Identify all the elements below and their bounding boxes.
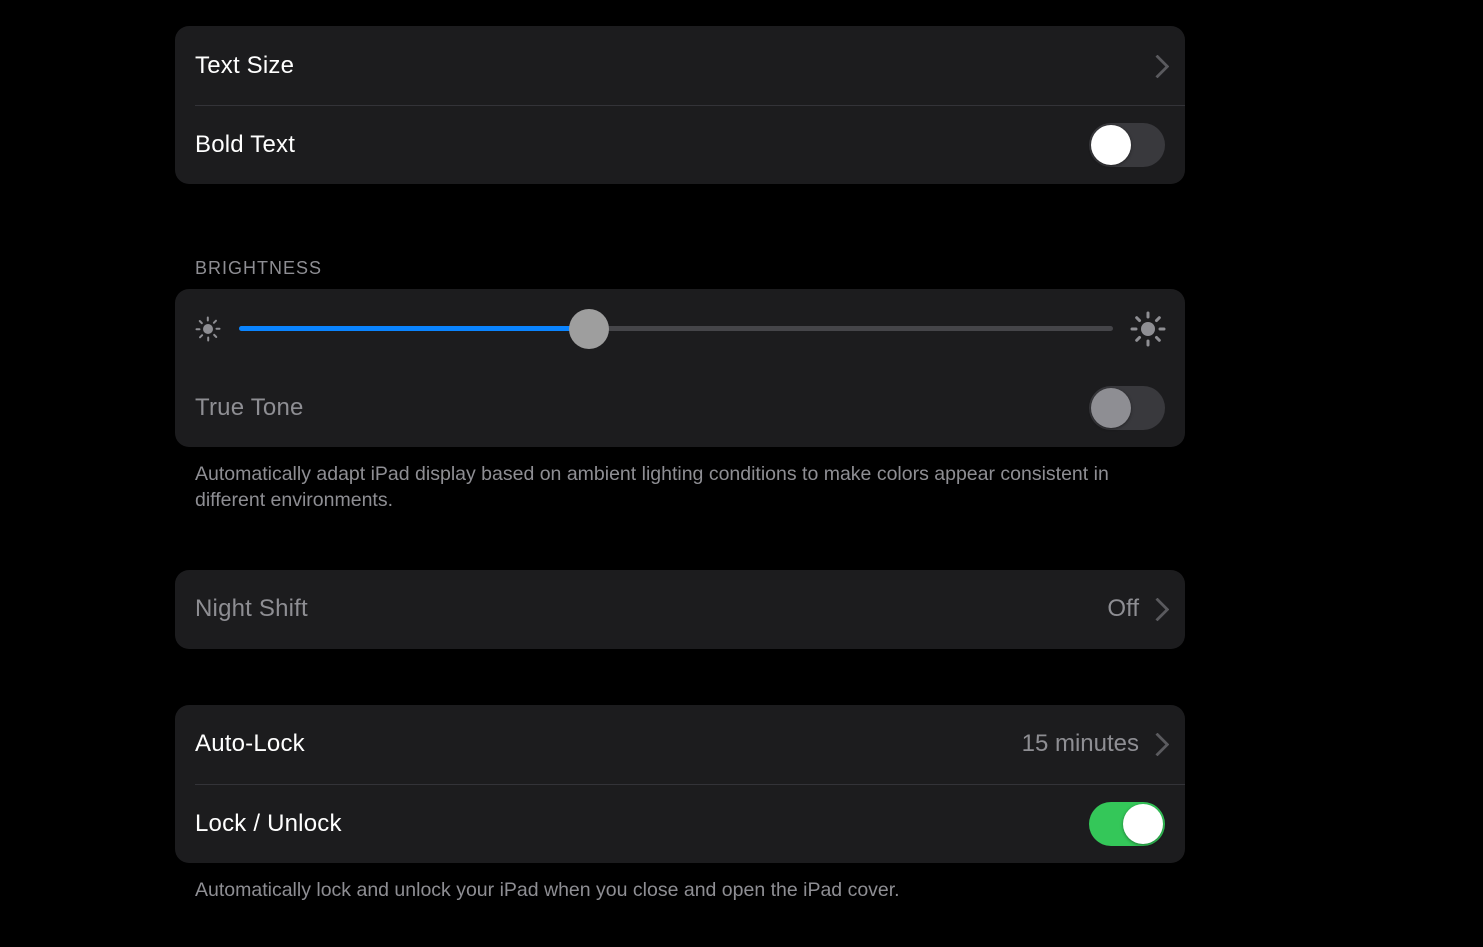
toggle-knob xyxy=(1091,125,1131,165)
brightness-header: BRIGHTNESS xyxy=(175,258,1185,289)
chevron-right-icon xyxy=(1153,56,1165,76)
night-shift-right: Off xyxy=(1107,595,1165,623)
chevron-right-icon xyxy=(1153,734,1165,754)
lock-group: Auto-Lock 15 minutes Lock / Unlock xyxy=(175,705,1185,863)
lock-unlock-row: Lock / Unlock xyxy=(195,784,1185,863)
night-shift-row[interactable]: Night Shift Off xyxy=(175,570,1185,649)
true-tone-row: True Tone xyxy=(175,368,1185,447)
slider-track xyxy=(239,326,1113,331)
toggle-knob xyxy=(1123,804,1163,844)
slider-fill xyxy=(239,326,589,331)
slider-thumb[interactable] xyxy=(569,309,609,349)
true-tone-footer: Automatically adapt iPad display based o… xyxy=(175,447,1185,514)
chevron-right-icon xyxy=(1153,599,1165,619)
brightness-high-icon xyxy=(1131,312,1165,346)
brightness-slider-row xyxy=(175,289,1185,368)
lock-unlock-toggle[interactable] xyxy=(1089,802,1165,846)
settings-content: Text Size Bold Text BRIGHTNESS xyxy=(175,0,1185,903)
text-size-row[interactable]: Text Size xyxy=(175,26,1185,105)
auto-lock-value: 15 minutes xyxy=(1022,730,1139,758)
text-size-disclosure xyxy=(1153,56,1165,76)
night-shift-label: Night Shift xyxy=(195,595,308,623)
night-shift-group: Night Shift Off xyxy=(175,570,1185,649)
bold-text-row: Bold Text xyxy=(195,105,1185,184)
night-shift-value: Off xyxy=(1107,595,1139,623)
bold-text-label: Bold Text xyxy=(195,131,295,159)
lock-unlock-label: Lock / Unlock xyxy=(195,810,342,838)
brightness-slider[interactable] xyxy=(239,307,1113,351)
auto-lock-row[interactable]: Auto-Lock 15 minutes xyxy=(175,705,1185,784)
true-tone-label: True Tone xyxy=(195,394,304,422)
toggle-knob xyxy=(1091,388,1131,428)
text-size-label: Text Size xyxy=(195,52,294,80)
lock-unlock-footer: Automatically lock and unlock your iPad … xyxy=(175,863,1185,903)
brightness-low-icon xyxy=(195,316,221,342)
bold-text-toggle[interactable] xyxy=(1089,123,1165,167)
text-settings-group: Text Size Bold Text xyxy=(175,26,1185,184)
auto-lock-right: 15 minutes xyxy=(1022,730,1165,758)
brightness-group: True Tone xyxy=(175,289,1185,447)
true-tone-toggle[interactable] xyxy=(1089,386,1165,430)
auto-lock-label: Auto-Lock xyxy=(195,730,305,758)
